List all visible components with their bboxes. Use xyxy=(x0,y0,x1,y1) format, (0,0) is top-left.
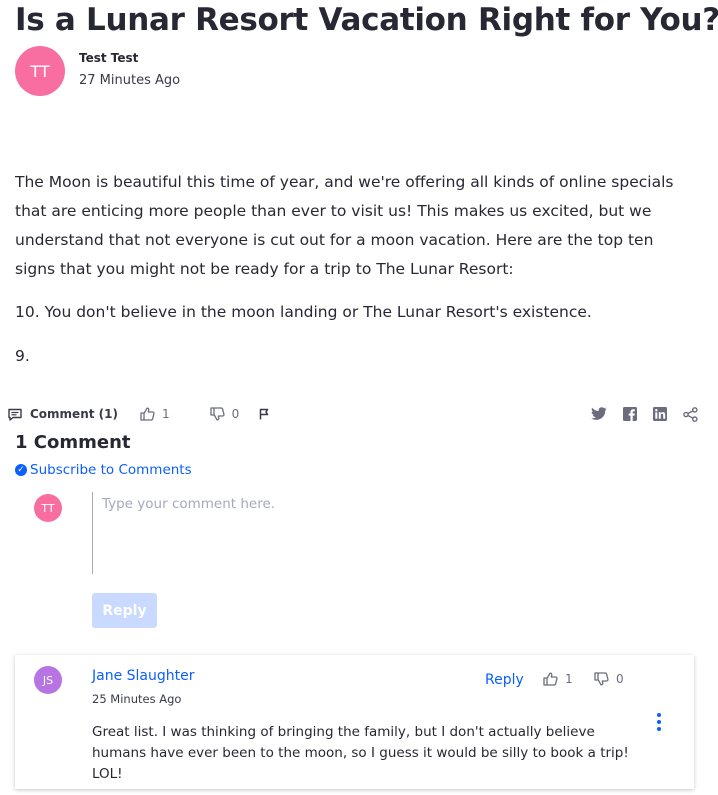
thumbs-down-icon xyxy=(594,672,609,686)
twitter-icon xyxy=(591,407,607,420)
share-button[interactable] xyxy=(683,406,698,422)
commenter-name[interactable]: Jane Slaughter xyxy=(92,668,195,685)
comment-time: 25 Minutes Ago xyxy=(92,692,182,706)
comment-like-count: 1 xyxy=(565,672,573,686)
comment-dislike-button[interactable]: 0 xyxy=(594,672,624,686)
article-author: TT Test Test 27 Minutes Ago xyxy=(15,46,180,96)
post-time: 27 Minutes Ago xyxy=(79,73,181,88)
author-meta: Test Test 27 Minutes Ago xyxy=(79,46,180,89)
article-body: The Moon is beautiful this time of year,… xyxy=(15,168,695,386)
dislike-count: 0 xyxy=(231,407,240,421)
dislike-button[interactable]: 0 xyxy=(209,407,240,421)
article-paragraph: 9. xyxy=(15,347,30,365)
comment-icon xyxy=(8,408,22,421)
subscribe-to-comments-link[interactable]: ✓ Subscribe to Comments xyxy=(15,462,192,478)
share-links xyxy=(575,406,698,422)
flag-icon xyxy=(260,408,269,420)
facebook-icon xyxy=(623,407,637,421)
twitter-share-button[interactable] xyxy=(591,407,607,421)
share-icon xyxy=(683,406,698,422)
subscribe-label: Subscribe to Comments xyxy=(30,462,192,478)
author-name: Test Test xyxy=(79,51,139,65)
thumbs-up-icon xyxy=(140,407,155,421)
comment-reply-link[interactable]: Reply xyxy=(485,672,524,689)
thumbs-down-icon xyxy=(209,407,225,421)
comment-input[interactable] xyxy=(92,492,692,574)
comment-count-label: Comment (1) xyxy=(30,407,118,421)
flag-button[interactable] xyxy=(259,408,269,420)
linkedin-icon xyxy=(653,407,667,421)
thumbs-up-icon xyxy=(543,672,558,686)
linkedin-share-button[interactable] xyxy=(653,407,667,421)
comment-card: JS Jane Slaughter 25 Minutes Ago Reply 1… xyxy=(15,655,694,789)
facebook-share-button[interactable] xyxy=(623,407,637,421)
comment-like-button[interactable]: 1 xyxy=(543,672,573,686)
current-user-avatar: TT xyxy=(34,494,62,522)
article-action-bar: Comment (1) 1 0 xyxy=(8,402,698,426)
comment-text: Great list. I was thinking of bringing t… xyxy=(92,724,629,782)
like-count: 1 xyxy=(161,407,170,421)
comments-heading: 1 Comment xyxy=(15,432,131,453)
submit-reply-button[interactable]: Reply xyxy=(92,593,157,628)
author-avatar: TT xyxy=(15,46,65,96)
comment-dislike-count: 0 xyxy=(616,672,624,686)
article-paragraph: The Moon is beautiful this time of year,… xyxy=(15,173,674,278)
commenter-avatar: JS xyxy=(34,666,62,694)
check-circle-icon: ✓ xyxy=(15,464,27,476)
comment-options-menu-icon[interactable] xyxy=(655,713,663,731)
article-paragraph: 10. You don't believe in the moon landin… xyxy=(15,303,592,321)
comment-button[interactable]: Comment (1) xyxy=(8,407,118,421)
like-button[interactable]: 1 xyxy=(140,407,170,421)
article-title: Is a Lunar Resort Vacation Right for You… xyxy=(15,2,718,38)
